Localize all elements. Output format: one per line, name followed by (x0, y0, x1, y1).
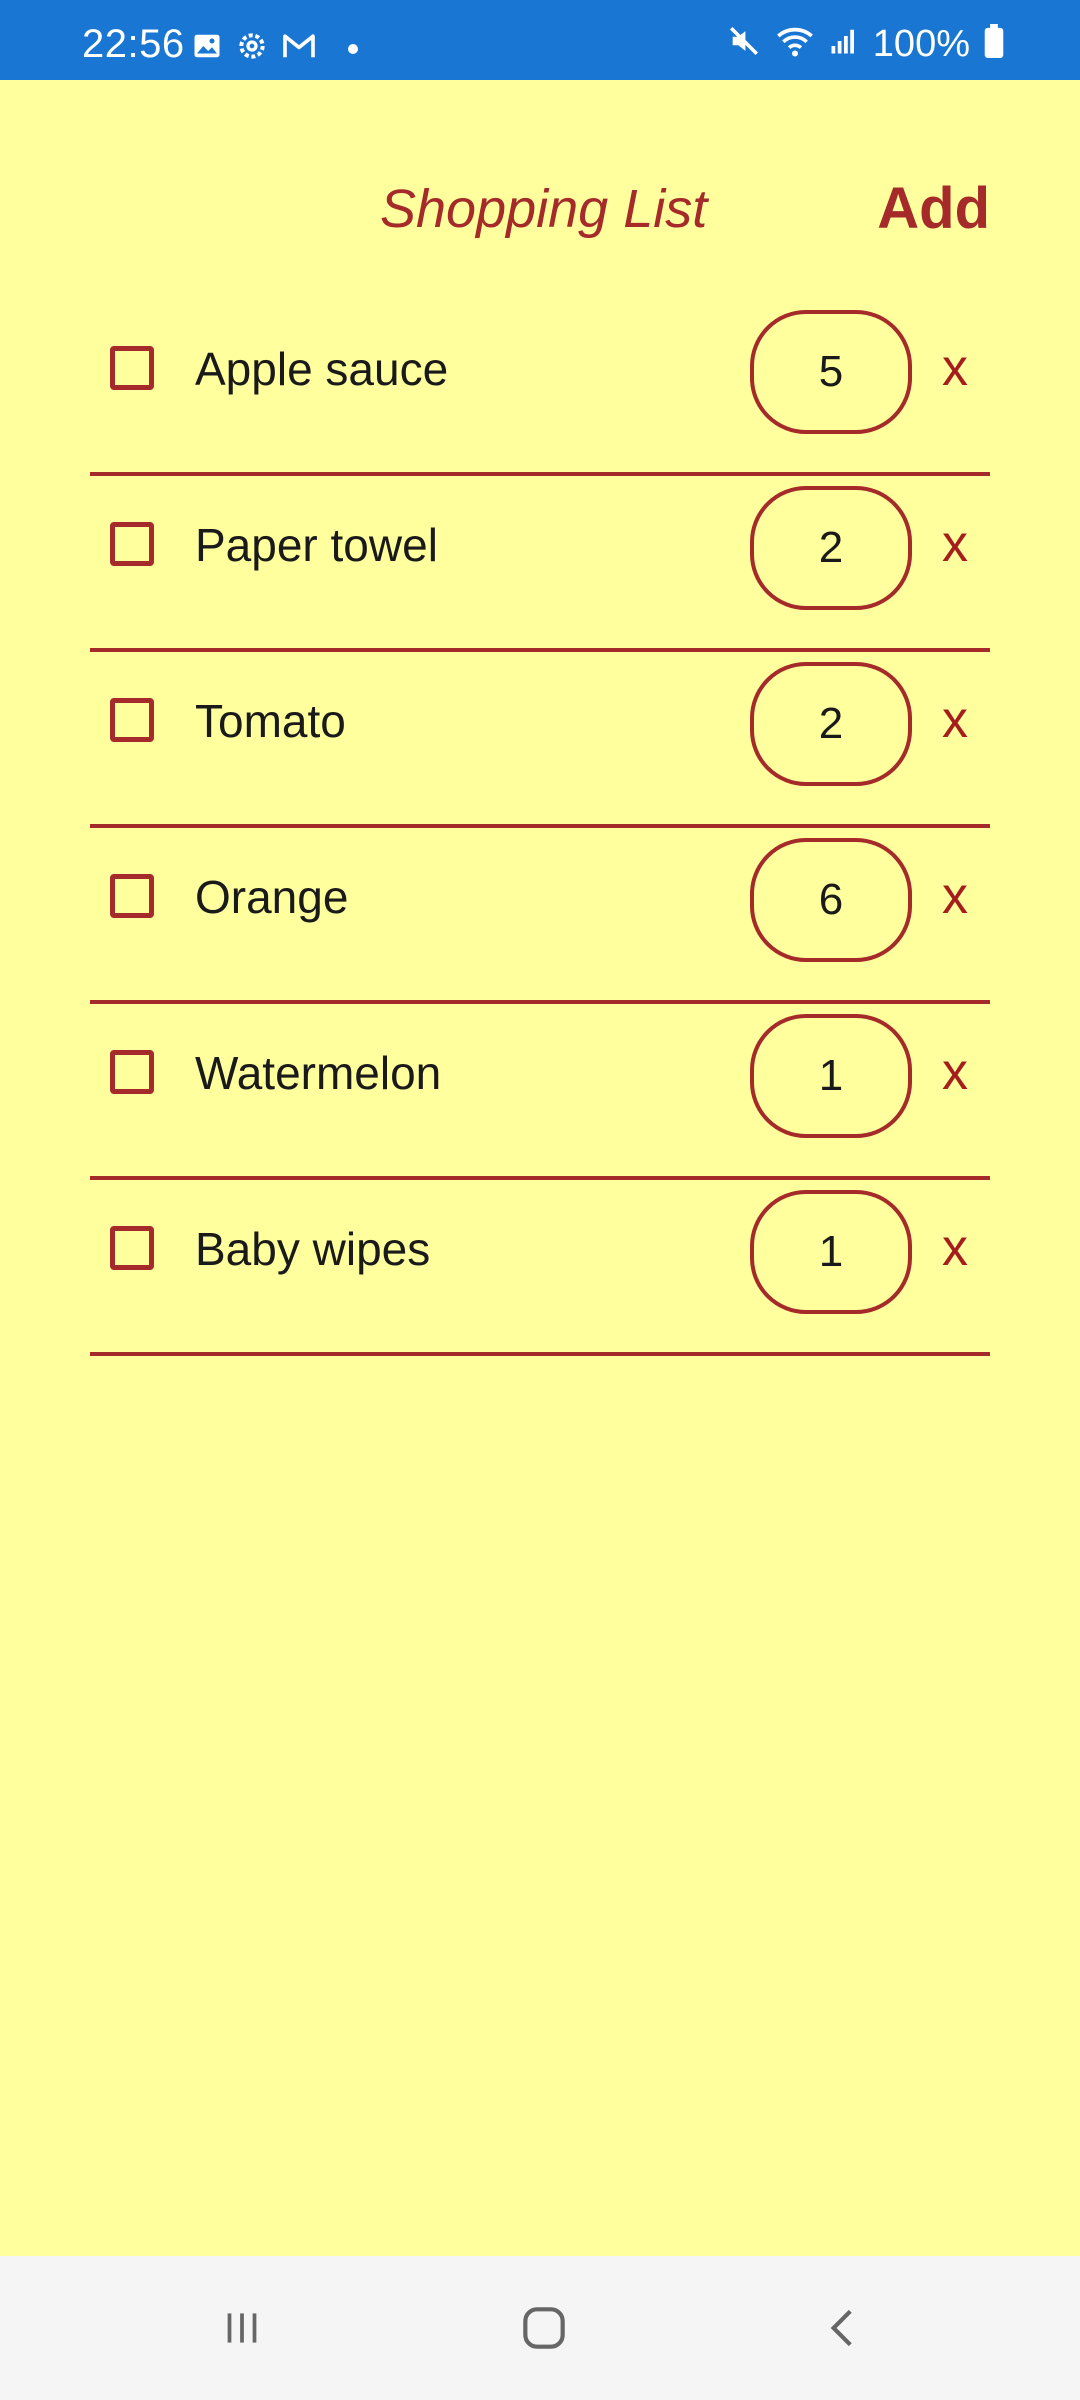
delete-button[interactable]: x (942, 870, 968, 922)
list-item: Baby wipes 1 x (90, 1180, 990, 1356)
gallery-icon (192, 31, 222, 66)
list-item: Orange 6 x (90, 828, 990, 1004)
list-item: Paper towel 2 x (90, 476, 990, 652)
page-title: Shopping List (380, 179, 708, 239)
delete-button[interactable]: x (942, 1222, 968, 1274)
shopping-list: Apple sauce 5 x Paper towel 2 x Tomato 2… (90, 300, 990, 1356)
gmail-icon (282, 32, 316, 65)
quantity-field[interactable]: 2 (750, 662, 912, 786)
item-checkbox[interactable] (110, 346, 154, 390)
delete-button[interactable]: x (942, 518, 968, 570)
status-time: 22:56 (82, 22, 185, 66)
list-item: Watermelon 1 x (90, 1004, 990, 1180)
item-name: Watermelon (195, 1047, 442, 1099)
delete-button[interactable]: x (942, 342, 968, 394)
delete-button[interactable]: x (942, 694, 968, 746)
item-checkbox[interactable] (110, 874, 154, 918)
notification-dot (348, 43, 358, 54)
add-button[interactable]: Add (877, 180, 990, 238)
back-icon[interactable] (814, 2298, 874, 2358)
item-name: Baby wipes (195, 1223, 431, 1275)
list-item: Apple sauce 5 x (90, 300, 990, 476)
list-item: Tomato 2 x (90, 652, 990, 828)
battery-percentage: 100% (872, 22, 970, 65)
wifi-icon (775, 24, 815, 63)
recent-apps-icon[interactable] (212, 2298, 272, 2358)
delete-button[interactable]: x (942, 1046, 968, 1098)
quantity-field[interactable]: 6 (750, 838, 912, 962)
item-checkbox[interactable] (110, 522, 154, 566)
item-checkbox[interactable] (110, 1226, 154, 1270)
quantity-field[interactable]: 1 (750, 1190, 912, 1314)
status-bar: 22:56 100% (0, 0, 1080, 80)
item-checkbox[interactable] (110, 698, 154, 742)
battery-icon (984, 24, 1004, 63)
item-name: Apple sauce (195, 343, 449, 395)
item-name: Orange (195, 871, 349, 923)
status-left-icons (192, 30, 358, 67)
item-name: Paper towel (195, 519, 438, 571)
signal-icon (829, 26, 859, 61)
quantity-field[interactable]: 1 (750, 1014, 912, 1138)
item-checkbox[interactable] (110, 1050, 154, 1094)
navigation-bar (0, 2256, 1080, 2400)
home-icon[interactable] (514, 2298, 574, 2358)
quantity-field[interactable]: 5 (750, 310, 912, 434)
status-right: 100% (727, 24, 1004, 63)
quantity-field[interactable]: 2 (750, 486, 912, 610)
settings-icon (236, 30, 268, 67)
mute-icon (727, 24, 761, 63)
item-name: Tomato (195, 695, 346, 747)
